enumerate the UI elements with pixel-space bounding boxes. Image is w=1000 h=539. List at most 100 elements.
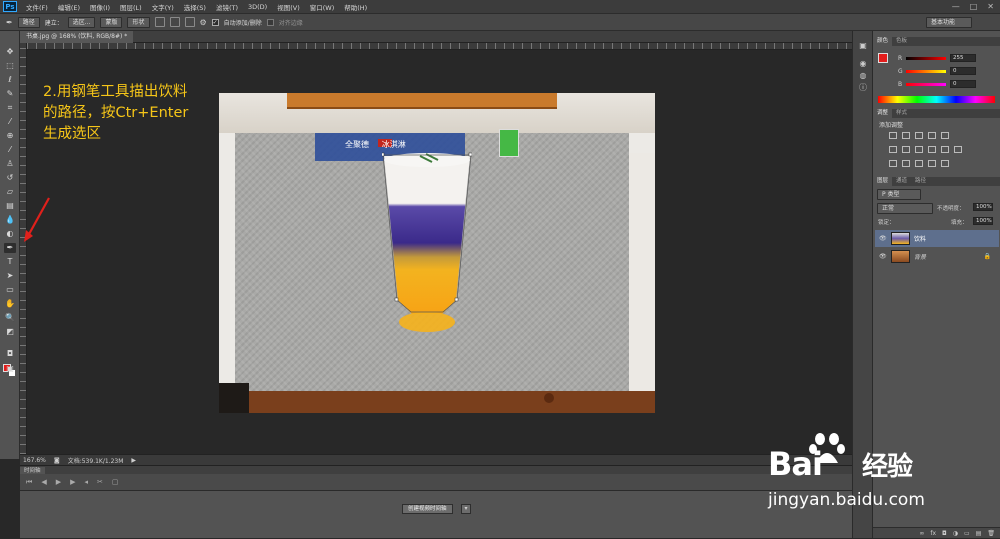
- make-selection-button[interactable]: 选区...: [67, 16, 96, 28]
- menu-file[interactable]: 文件(F): [21, 2, 53, 12]
- menu-edit[interactable]: 编辑(E): [53, 2, 85, 12]
- adjustment-layer-icon[interactable]: ◑: [953, 528, 958, 538]
- align-edges-checkbox[interactable]: [266, 18, 274, 26]
- document-canvas[interactable]: 全聚德 冰淇淋: [219, 93, 655, 413]
- link-layers-icon[interactable]: ∞: [919, 528, 924, 538]
- menu-image[interactable]: 图像(I): [85, 2, 115, 12]
- eye-icon[interactable]: 👁: [879, 235, 887, 242]
- create-video-timeline-button[interactable]: 创建视频时间轴: [402, 504, 453, 514]
- rectangle-tool-icon[interactable]: ▭: [4, 285, 16, 295]
- menu-select[interactable]: 选择(S): [179, 2, 211, 12]
- bw-icon[interactable]: [915, 146, 923, 153]
- menu-filter[interactable]: 滤镜(T): [211, 2, 243, 12]
- gear-icon[interactable]: ⚙: [200, 18, 207, 27]
- gradient-tool-icon[interactable]: ▤: [4, 201, 16, 211]
- lasso-tool-icon[interactable]: ℓ: [4, 75, 16, 85]
- eyedropper-tool-icon[interactable]: ⁄: [4, 117, 16, 127]
- path-anchor[interactable]: [468, 152, 472, 157]
- brightness-icon[interactable]: [889, 132, 897, 139]
- layer-row-background[interactable]: 👁 背景 🔒: [875, 248, 999, 265]
- path-anchor[interactable]: [382, 152, 385, 157]
- layer-name[interactable]: 背景: [914, 252, 926, 261]
- new-group-icon[interactable]: ▭: [964, 528, 970, 538]
- g-slider[interactable]: [906, 70, 946, 73]
- clone-stamp-tool-icon[interactable]: ♙: [4, 159, 16, 169]
- chevron-down-icon[interactable]: ▾: [461, 504, 471, 514]
- maximize-button[interactable]: □: [970, 2, 978, 11]
- levels-icon[interactable]: [902, 132, 910, 139]
- eraser-tool-icon[interactable]: ▱: [4, 187, 16, 197]
- workspace-select[interactable]: 基本功能: [926, 17, 972, 28]
- exposure-icon[interactable]: [928, 132, 936, 139]
- crop-tool-icon[interactable]: ⌗: [4, 103, 16, 113]
- menu-view[interactable]: 视图(V): [272, 2, 305, 12]
- balance-icon[interactable]: [902, 146, 910, 153]
- audio-icon[interactable]: ◂: [84, 478, 88, 486]
- layer-style-icon[interactable]: fx: [930, 528, 936, 538]
- screen-mode-icon[interactable]: ▣: [4, 364, 16, 374]
- menu-help[interactable]: 帮助(H): [339, 2, 372, 12]
- posterize-icon[interactable]: [902, 160, 910, 167]
- path-alignment-icon[interactable]: [169, 17, 180, 27]
- document-tab[interactable]: 书桌.jpg @ 168% (饮料, RGB/8#) *: [20, 31, 134, 43]
- pen-mode-select[interactable]: 路径: [17, 16, 40, 28]
- minimize-button[interactable]: —: [952, 2, 960, 11]
- status-icon[interactable]: ◙: [54, 457, 60, 464]
- next-frame-icon[interactable]: ▶: [70, 478, 75, 486]
- lookup-icon[interactable]: [954, 146, 962, 153]
- path-arrangement-icon[interactable]: [184, 17, 195, 27]
- r-value[interactable]: 255: [950, 54, 976, 62]
- pen-tool-icon[interactable]: ✒: [4, 243, 16, 253]
- g-value[interactable]: 0: [950, 67, 976, 75]
- tab-paths[interactable]: 路径: [911, 177, 930, 186]
- path-select-tool-icon[interactable]: ➤: [4, 271, 16, 281]
- make-shape-button[interactable]: 形状: [127, 16, 150, 28]
- tab-layers[interactable]: 图层: [873, 177, 893, 186]
- layer-row-drink[interactable]: 👁 饮料: [875, 230, 999, 247]
- threshold-icon[interactable]: [915, 160, 923, 167]
- menu-layer[interactable]: 图层(L): [115, 2, 147, 12]
- marquee-tool-icon[interactable]: ⬚: [4, 61, 16, 71]
- type-tool-icon[interactable]: T: [4, 257, 16, 267]
- zoom-level[interactable]: 167.6%: [23, 457, 46, 464]
- eye-icon[interactable]: 👁: [879, 253, 887, 260]
- zoom-tool-icon[interactable]: 🔍: [4, 313, 16, 323]
- invert-icon[interactable]: [889, 160, 897, 167]
- menu-window[interactable]: 窗口(W): [305, 2, 340, 12]
- selective-color-icon[interactable]: [941, 160, 949, 167]
- healing-brush-tool-icon[interactable]: ⊕: [4, 131, 16, 141]
- path-operations-icon[interactable]: [154, 17, 165, 27]
- status-menu-arrow-icon[interactable]: ▶: [131, 457, 136, 464]
- auto-add-delete-checkbox[interactable]: ✓: [211, 18, 219, 26]
- blend-mode-select[interactable]: 正常: [877, 203, 933, 214]
- menu-type[interactable]: 文字(Y): [147, 2, 179, 12]
- pen-tool-preset-icon[interactable]: ✒: [6, 18, 13, 27]
- new-layer-icon[interactable]: ▤: [976, 528, 982, 538]
- b-value[interactable]: 0: [950, 80, 976, 88]
- vibrance-icon[interactable]: [941, 132, 949, 139]
- previous-frame-icon[interactable]: ◀: [41, 478, 46, 486]
- tab-styles[interactable]: 样式: [892, 109, 911, 118]
- properties-panel-icon[interactable]: ◉: [858, 59, 868, 69]
- color-spectrum[interactable]: [878, 96, 995, 103]
- make-mask-button[interactable]: 蒙版: [100, 16, 123, 28]
- default-colors-icon[interactable]: ◩: [4, 327, 16, 337]
- path-anchor[interactable]: [394, 297, 399, 302]
- hand-tool-icon[interactable]: ✋: [4, 299, 16, 309]
- layer-name[interactable]: 饮料: [914, 234, 926, 243]
- quick-mask-icon[interactable]: ◘: [4, 349, 16, 359]
- mixer-icon[interactable]: [941, 146, 949, 153]
- fill-value[interactable]: 100%: [973, 217, 993, 225]
- add-mask-icon[interactable]: ◘: [942, 528, 947, 538]
- tab-color[interactable]: 颜色: [873, 37, 893, 46]
- play-icon[interactable]: ▶: [56, 478, 61, 486]
- split-icon[interactable]: ✂: [97, 478, 103, 486]
- hue-icon[interactable]: [889, 146, 897, 153]
- move-tool-icon[interactable]: ✥: [4, 47, 16, 57]
- transition-icon[interactable]: ▢: [112, 478, 119, 486]
- trash-icon[interactable]: 🗑: [987, 528, 995, 538]
- tab-adjustments[interactable]: 调整: [873, 109, 893, 118]
- path-anchor[interactable]: [454, 297, 459, 302]
- photo-filter-icon[interactable]: [928, 146, 936, 153]
- blur-tool-icon[interactable]: 💧: [4, 215, 16, 225]
